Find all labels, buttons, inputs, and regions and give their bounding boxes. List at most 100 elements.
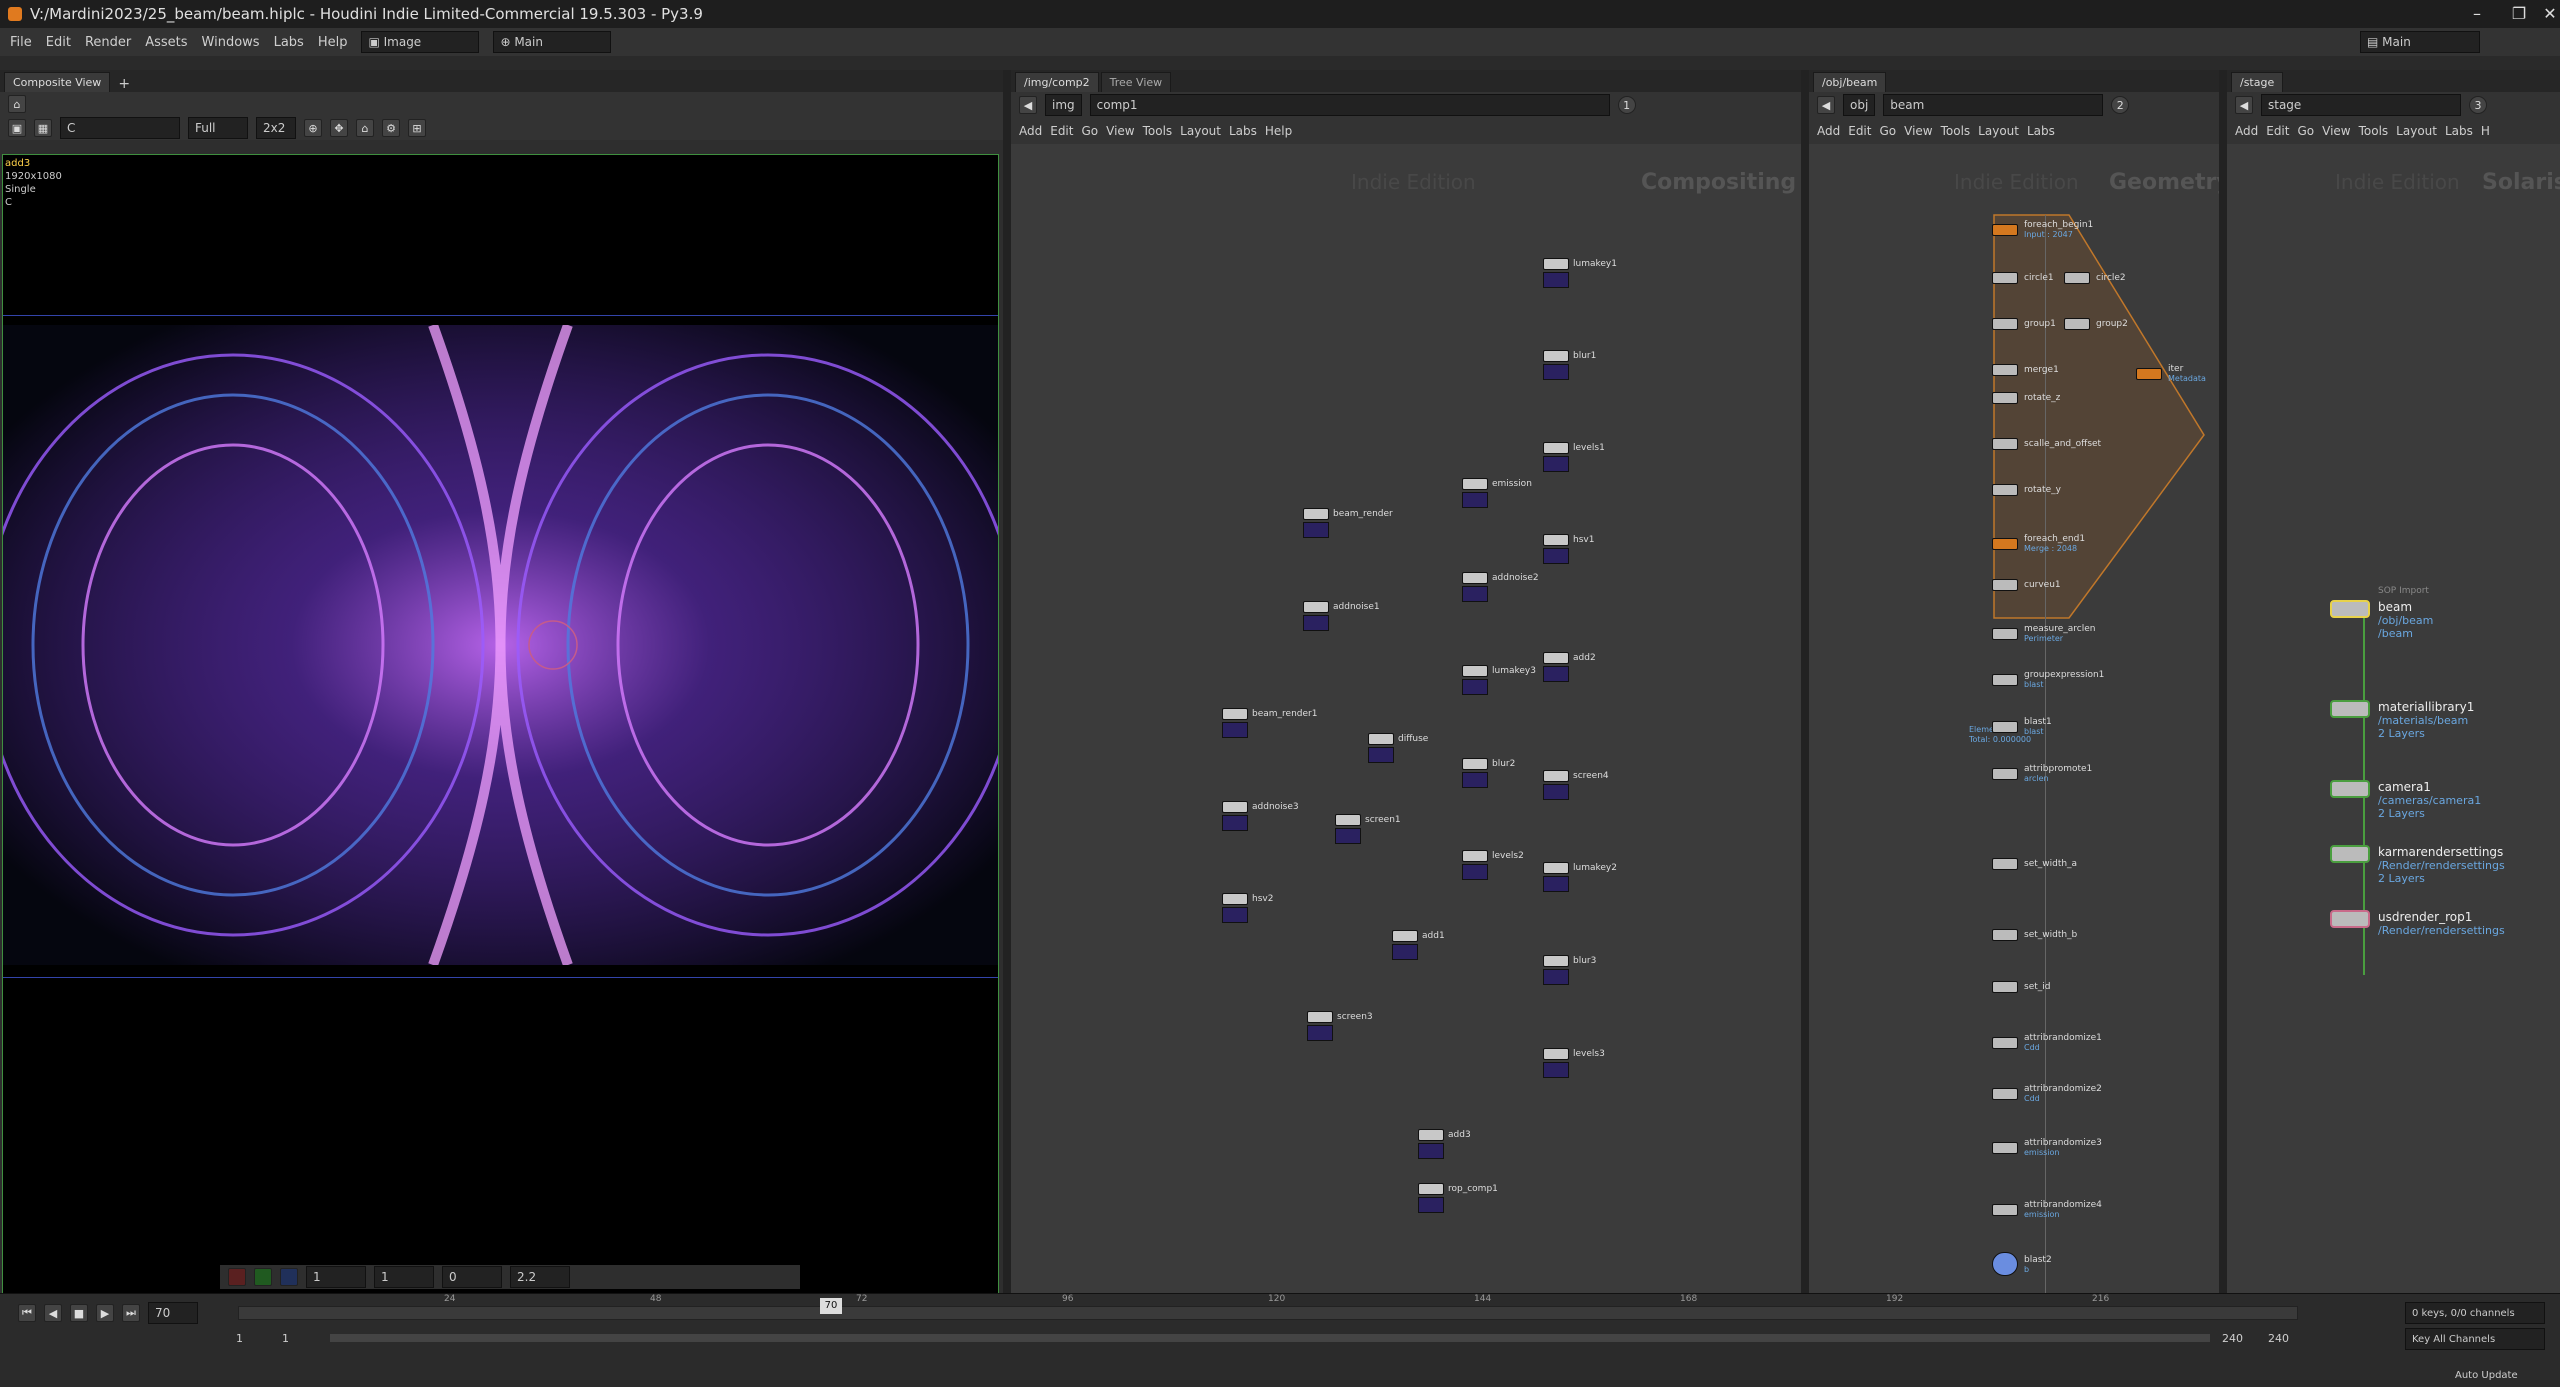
stage-node-tile[interactable]	[2330, 845, 2370, 863]
range-end[interactable]: 240	[2222, 1332, 2243, 1345]
tab-composite-view[interactable]: Composite View	[4, 72, 111, 92]
comp-node-tile[interactable]	[1462, 665, 1488, 677]
comp-node-path[interactable]: comp1	[1089, 94, 1610, 116]
geo-node[interactable]: merge1	[1992, 364, 2059, 376]
comp-node[interactable]: levels1	[1543, 442, 1605, 472]
context-dropdown[interactable]: ⊕ Main	[493, 31, 612, 53]
menu-labs[interactable]: Labs	[274, 35, 304, 50]
geo-menu-go[interactable]: Go	[1879, 124, 1896, 138]
comp-node-tile[interactable]	[1543, 1048, 1569, 1060]
geo-node[interactable]: set_width_a	[1992, 858, 2077, 870]
range-end-2[interactable]: 240	[2268, 1332, 2289, 1345]
geo-link-badge[interactable]: 2	[2111, 96, 2130, 114]
geo-node[interactable]: attribrandomize3 emission	[1992, 1138, 2102, 1157]
play-icon[interactable]: ▶	[96, 1304, 114, 1322]
pane-divider-2[interactable]	[1801, 70, 1809, 1293]
geo-node[interactable]: set_id	[1992, 981, 2050, 993]
geo-node-tile[interactable]	[1992, 537, 2018, 550]
image-viewport[interactable]: add3 1920x1080 Single C	[2, 154, 999, 1334]
current-frame-field[interactable]: 70	[148, 1302, 198, 1324]
geo-node-tile[interactable]	[1992, 981, 2018, 993]
geo-node-tile[interactable]	[1992, 318, 2018, 330]
offset-field[interactable]: 0	[442, 1266, 502, 1288]
comp-node[interactable]: lumakey2	[1543, 862, 1617, 892]
comp-node[interactable]: add2	[1543, 652, 1596, 682]
back-icon[interactable]: ◀	[1019, 96, 1037, 114]
menu-windows[interactable]: Windows	[202, 35, 260, 50]
menu-render[interactable]: Render	[85, 35, 131, 50]
red-channel-icon[interactable]	[228, 1268, 246, 1286]
green-channel-icon[interactable]	[254, 1268, 272, 1286]
pane-divider-1[interactable]	[1003, 70, 1011, 1293]
stage-node[interactable]: camera1/cameras/camera1 2 Layers	[2330, 780, 2481, 820]
geo-node-tile[interactable]	[1992, 579, 2018, 591]
menu-assets[interactable]: Assets	[145, 35, 187, 50]
comp-node-tile[interactable]	[1462, 478, 1488, 490]
comp-node[interactable]: hsv2	[1222, 893, 1273, 923]
range-start[interactable]: 1	[236, 1332, 243, 1345]
geo-node-tile[interactable]	[1992, 272, 2018, 284]
comp-node[interactable]: screen4	[1543, 770, 1609, 800]
geo-node[interactable]: blast1 blast	[1992, 717, 2052, 736]
comp-node-tile[interactable]	[1303, 601, 1329, 613]
comp-node[interactable]: levels2	[1462, 850, 1524, 880]
comp-node[interactable]: lumakey3	[1462, 665, 1536, 695]
geo-node-path[interactable]: beam	[1883, 94, 2104, 116]
comp-node[interactable]: hsv1	[1543, 534, 1594, 564]
comp-menu-help[interactable]: Help	[1265, 124, 1292, 138]
geo-node-tile[interactable]	[1992, 858, 2018, 870]
menu-help[interactable]: Help	[318, 35, 348, 50]
geo-back-icon[interactable]: ◀	[1817, 96, 1835, 114]
geo-node-tile[interactable]	[1992, 392, 2018, 404]
geo-node-tile[interactable]	[2136, 367, 2162, 380]
comp-node-tile[interactable]	[1303, 508, 1329, 520]
stop-icon[interactable]: ■	[70, 1304, 88, 1322]
geo-node[interactable]: groupexpression1 blast	[1992, 670, 2104, 689]
geo-node[interactable]: foreach_end1 Merge : 2048	[1992, 534, 2085, 553]
geo-menu-layout[interactable]: Layout	[1978, 124, 2019, 138]
geo-node[interactable]: curveu1	[1992, 579, 2061, 591]
stage-node-tile[interactable]	[2330, 600, 2370, 618]
stage-menu-tools[interactable]: Tools	[2359, 124, 2389, 138]
stage-node-tile[interactable]	[2330, 910, 2370, 928]
stage-node[interactable]: usdrender_rop1/Render/rendersettings	[2330, 910, 2505, 937]
blue-channel-icon[interactable]	[280, 1268, 298, 1286]
menu-file[interactable]: File	[10, 35, 32, 50]
maximize-button[interactable]: ❐	[2502, 2, 2536, 26]
comp-menu-labs[interactable]: Labs	[1229, 124, 1257, 138]
right-desktop-dropdown[interactable]: ▤ Main	[2360, 31, 2480, 53]
comp-node[interactable]: blur3	[1543, 955, 1596, 985]
comp-menu-view[interactable]: View	[1106, 124, 1134, 138]
comp-node-tile[interactable]	[1462, 850, 1488, 862]
comp-node[interactable]: beam_render	[1303, 508, 1393, 538]
geo-node-tile[interactable]	[1992, 484, 2018, 496]
geo-node-tile[interactable]	[1992, 1203, 2018, 1216]
gamma-field[interactable]: 2.2	[510, 1266, 570, 1288]
comp-node[interactable]: levels3	[1543, 1048, 1605, 1078]
comp-node-tile[interactable]	[1543, 770, 1569, 782]
geo-node[interactable]: group2	[2064, 318, 2128, 330]
comp-node-tile[interactable]	[1462, 758, 1488, 770]
stage-node-tile[interactable]	[2330, 780, 2370, 798]
home-icon[interactable]: ⌂	[356, 119, 374, 137]
stage-menu-layout[interactable]: Layout	[2396, 124, 2437, 138]
stage-node[interactable]: materiallibrary1/materials/beam 2 Layers	[2330, 700, 2474, 740]
geo-node-tile[interactable]	[1992, 1252, 2018, 1276]
comp-menu-tools[interactable]: Tools	[1143, 124, 1173, 138]
range-start-2[interactable]: 1	[282, 1332, 289, 1345]
geo-node[interactable]: foreach_begin1 Input : 2047	[1992, 220, 2093, 239]
stage-menu-view[interactable]: View	[2322, 124, 2350, 138]
geo-node-tile[interactable]	[1992, 1087, 2018, 1100]
comp-node[interactable]: lumakey1	[1543, 258, 1617, 288]
channels-icon[interactable]: ▦	[34, 119, 52, 137]
comp-menu-add[interactable]: Add	[1019, 124, 1042, 138]
jump-start-icon[interactable]: ⏮	[18, 1304, 36, 1322]
geo-node[interactable]: scalle_and_offset	[1992, 438, 2101, 450]
geo-node[interactable]: group1	[1992, 318, 2056, 330]
pane-divider-3[interactable]	[2219, 70, 2227, 1293]
comp-node-tile[interactable]	[1307, 1011, 1333, 1023]
geo-node-tile[interactable]	[1992, 1141, 2018, 1154]
comp-node[interactable]: rop_comp1	[1418, 1183, 1498, 1213]
menu-edit[interactable]: Edit	[46, 35, 71, 50]
geo-node[interactable]: measure_arclen Perimeter	[1992, 624, 2095, 643]
